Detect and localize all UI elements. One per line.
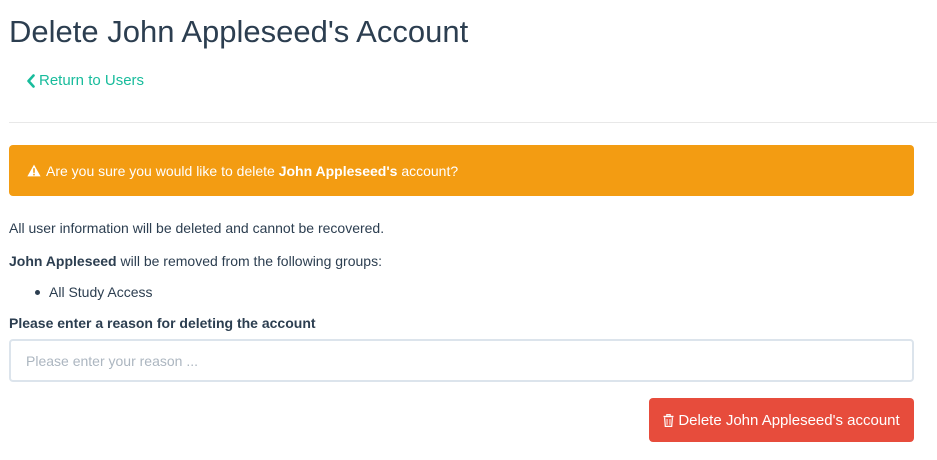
alert-text-after: account? — [397, 162, 459, 179]
groups-notice-user-name: John Appleseed — [9, 253, 117, 269]
return-to-users-label: Return to Users — [39, 72, 145, 89]
alert-text-before: Are you sure you would like to delete — [46, 162, 279, 179]
trash-icon — [663, 413, 674, 427]
delete-account-label: Delete John Appleseed's account — [678, 411, 900, 429]
page-title: Delete John Appleseed's Account — [9, 14, 469, 49]
return-to-users-link[interactable]: Return to Users — [26, 71, 144, 91]
delete-confirmation-alert: Are you sure you would like to delete Jo… — [9, 145, 914, 196]
groups-notice: John Appleseed will be removed from the … — [9, 251, 382, 271]
alert-user-name: John Appleseed's — [278, 162, 398, 179]
reason-field-label: Please enter a reason for deleting the a… — [9, 315, 316, 331]
chevron-left-icon — [27, 74, 35, 88]
reason-input[interactable] — [9, 339, 914, 382]
deletion-notice: All user information will be deleted and… — [9, 220, 385, 236]
warning-icon — [27, 164, 41, 177]
list-item: All Study Access — [9, 282, 153, 302]
bullet-icon — [35, 290, 40, 295]
group-list: All Study Access — [9, 282, 153, 302]
section-divider — [9, 122, 937, 123]
groups-notice-text: will be removed from the following group… — [116, 253, 382, 269]
group-name: All Study Access — [49, 284, 153, 300]
delete-account-button[interactable]: Delete John Appleseed's account — [649, 398, 914, 442]
